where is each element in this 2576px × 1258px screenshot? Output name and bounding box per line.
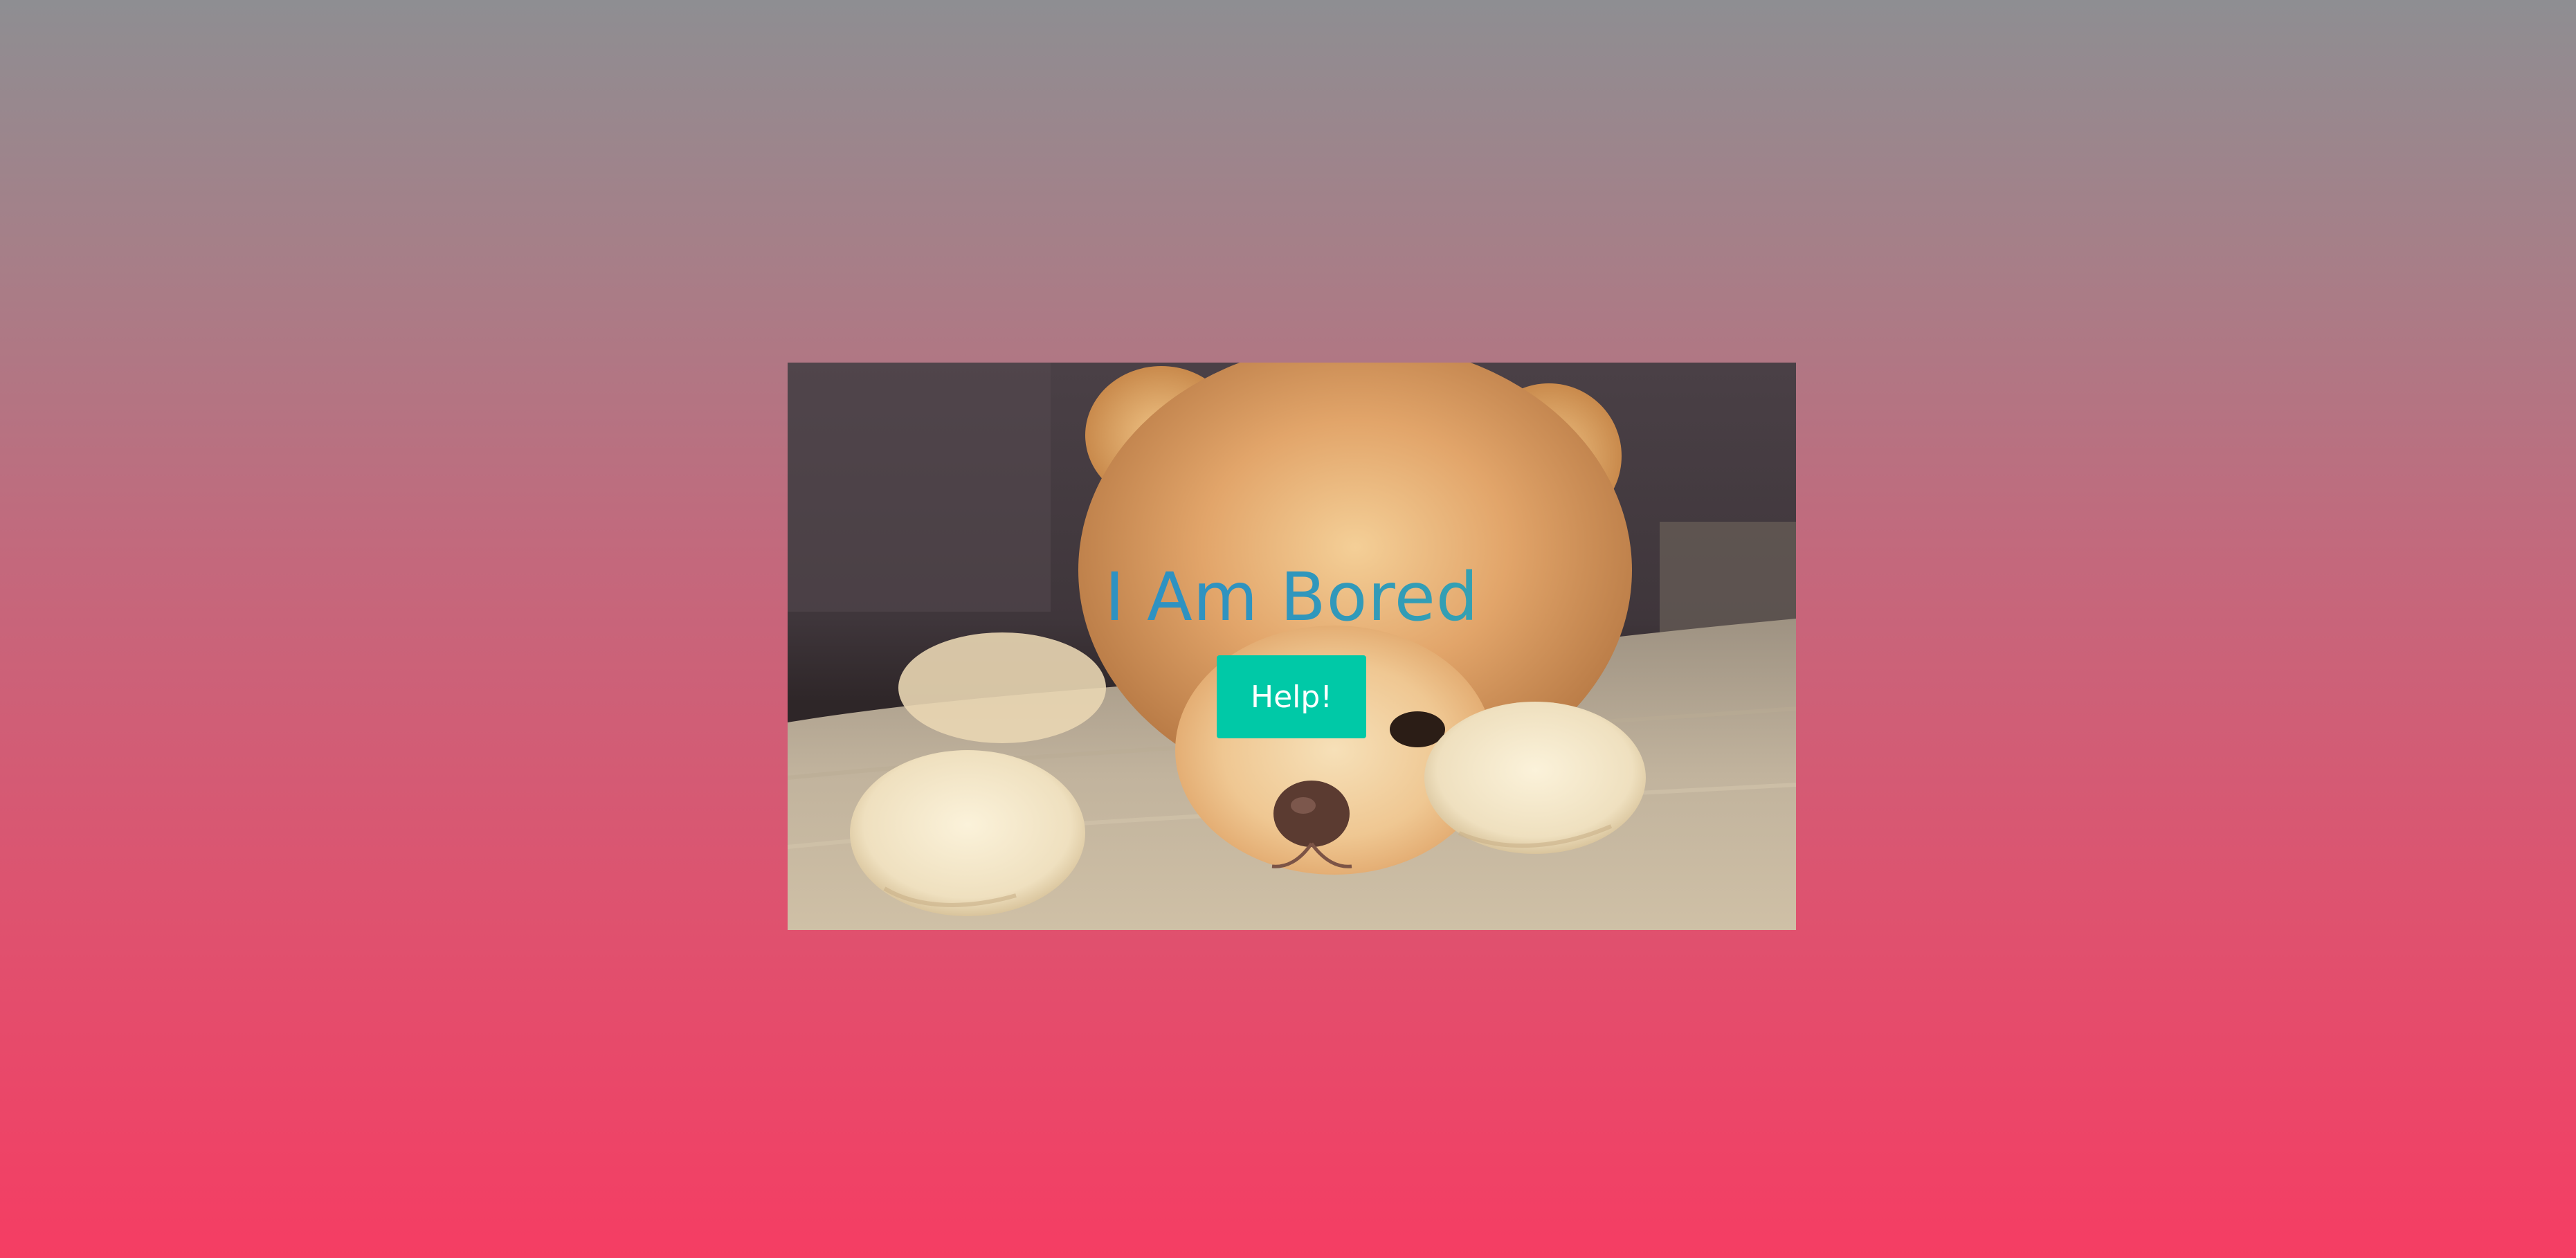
hero-overlay: I Am Bored Help!: [788, 363, 1796, 930]
hero-card: I Am Bored Help!: [788, 363, 1796, 930]
page-title: I Am Bored: [788, 560, 1796, 634]
help-button[interactable]: Help!: [1217, 655, 1366, 738]
